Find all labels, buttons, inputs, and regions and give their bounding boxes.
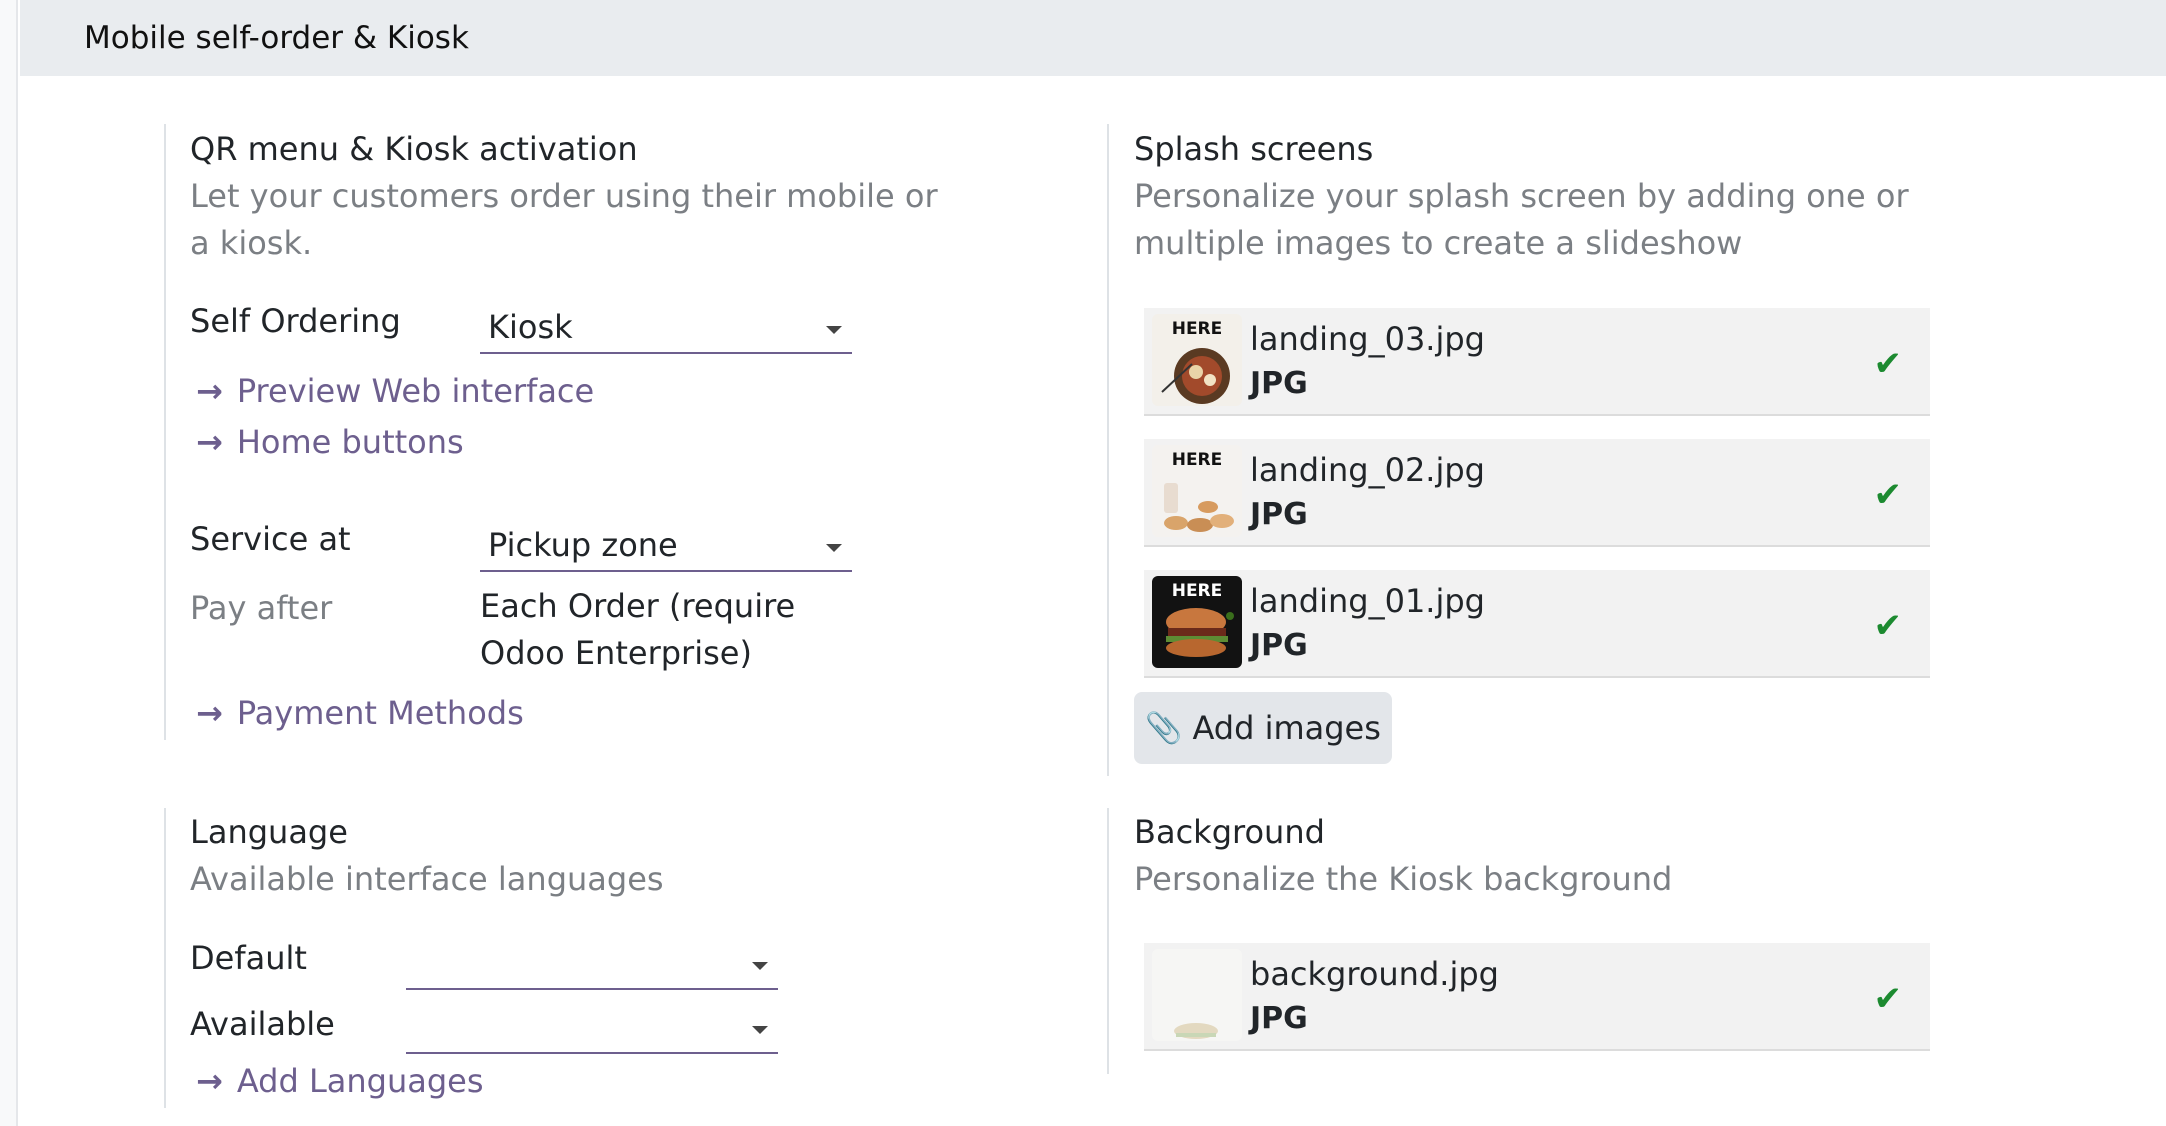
home-buttons-label: Home buttons [236,423,464,461]
caret-down-icon [826,544,842,552]
splash-block [1107,124,1109,776]
splash-file-type: JPG [1250,366,1308,401]
self-ordering-value: Kiosk [488,308,573,346]
available-languages-label: Available [190,1005,335,1043]
payment-methods-label: Payment Methods [236,694,524,732]
background-file-name: background.jpg [1250,955,1499,993]
background-file-row[interactable]: background.jpg JPG ✔ [1144,943,1930,1051]
self-ordering-label: Self Ordering [190,302,401,340]
preview-web-interface-label: Preview Web interface [236,372,595,410]
caret-down-icon [826,326,842,334]
splash-file-name: landing_03.jpg [1250,320,1485,358]
splash-file-row[interactable]: HERE landing_01.jpg JPG ✔ [1144,570,1930,678]
svg-text:HERE: HERE [1172,581,1223,601]
svg-text:HERE: HERE [1172,319,1223,339]
splash-file-name: landing_01.jpg [1250,582,1485,620]
background-thumbnail [1152,949,1242,1041]
home-buttons-link[interactable]: → Home buttons [196,423,464,461]
pay-after-value-line2: Odoo Enterprise) [480,634,752,672]
arrow-right-icon: → [196,694,223,732]
default-language-select[interactable] [406,940,778,990]
preview-web-interface-link[interactable]: → Preview Web interface [196,372,594,410]
background-title: Background [1134,813,1325,851]
splash-file-row[interactable]: HERE landing_03.jpg JPG ✔ [1144,308,1930,416]
section-title: Mobile self-order & Kiosk [84,20,469,56]
splash-file-name: landing_02.jpg [1250,451,1485,489]
paperclip-icon: 📎 [1145,710,1183,746]
splash-thumbnail: HERE [1152,445,1242,537]
arrow-right-icon: → [196,1062,223,1100]
add-languages-link[interactable]: → Add Languages [196,1062,484,1100]
section-header: Mobile self-order & Kiosk [20,0,2166,76]
default-language-label: Default [190,939,307,977]
splash-file-type: JPG [1250,497,1308,532]
splash-thumbnail: HERE [1152,314,1242,406]
background-file-type: JPG [1250,1001,1308,1036]
qr-kiosk-title: QR menu & Kiosk activation [190,130,638,168]
splash-description-line1: Personalize your splash screen by adding… [1134,177,1909,215]
splash-description-line2: multiple images to create a slideshow [1134,224,1743,262]
language-block [164,808,166,1108]
payment-methods-link[interactable]: → Payment Methods [196,694,524,732]
check-icon: ✔ [1873,606,1903,646]
pay-after-label: Pay after [190,589,333,627]
arrow-right-icon: → [196,423,223,461]
background-block [1107,808,1109,1074]
service-at-label: Service at [190,520,351,558]
add-images-label: Add images [1192,709,1381,747]
background-description: Personalize the Kiosk background [1134,860,1673,898]
service-at-select[interactable]: Pickup zone [480,522,852,572]
language-title: Language [190,813,348,851]
available-languages-select[interactable] [406,1004,778,1054]
splash-title: Splash screens [1134,130,1374,168]
add-languages-label: Add Languages [236,1062,484,1100]
check-icon: ✔ [1873,344,1903,384]
qr-kiosk-block [164,124,166,740]
language-description: Available interface languages [190,860,664,898]
check-icon: ✔ [1873,979,1903,1019]
splash-thumbnail: HERE [1152,576,1242,668]
check-icon: ✔ [1873,475,1903,515]
add-images-button[interactable]: 📎 Add images [1134,692,1392,764]
caret-down-icon [752,1026,768,1034]
left-gutter [0,0,18,1126]
pay-after-value-line1: Each Order (require [480,587,796,625]
svg-text:HERE: HERE [1172,450,1223,470]
splash-file-row[interactable]: HERE landing_02.jpg JPG ✔ [1144,439,1930,547]
self-ordering-select[interactable]: Kiosk [480,304,852,354]
caret-down-icon [752,962,768,970]
splash-file-type: JPG [1250,628,1308,663]
arrow-right-icon: → [196,372,223,410]
qr-kiosk-description: Let your customers order using their mob… [190,177,938,262]
service-at-value: Pickup zone [488,526,678,564]
